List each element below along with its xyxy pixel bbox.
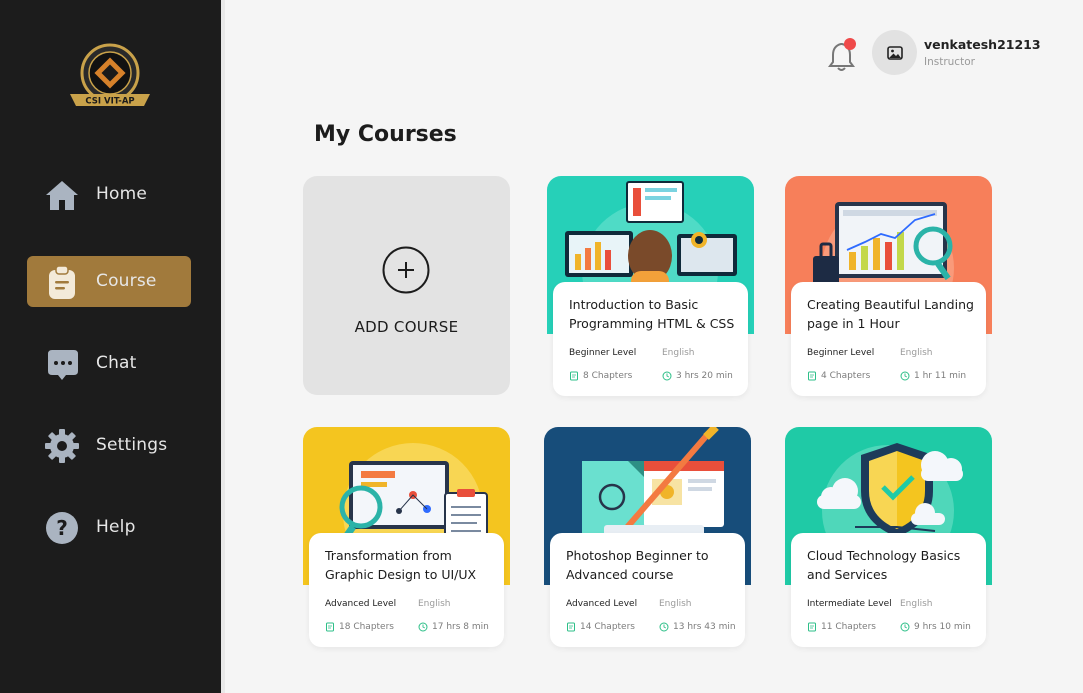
course-language: English <box>900 599 933 609</box>
user-name: venkatesh21213 <box>924 37 1041 52</box>
course-duration-text: 1 hr 11 min <box>914 371 967 381</box>
course-duration-text: 9 hrs 10 min <box>914 622 971 632</box>
course-info: Creating Beautiful Landing page in 1 Hou… <box>791 282 986 396</box>
course-duration: 17 hrs 8 min <box>418 622 489 632</box>
document-icon <box>570 371 578 381</box>
notification-dot <box>844 38 856 50</box>
course-duration-text: 3 hrs 20 min <box>676 371 733 381</box>
nav-course[interactable]: Course <box>27 256 191 307</box>
course-title: Transformation from Graphic Design to UI… <box>325 548 477 582</box>
course-chapters-text: 11 Chapters <box>821 622 876 632</box>
course-chapters: 4 Chapters <box>807 371 870 381</box>
document-icon <box>808 622 816 632</box>
course-info: Transformation from Graphic Design to UI… <box>309 533 504 647</box>
sidebar-divider <box>221 0 225 693</box>
course-chapters-text: 14 Chapters <box>580 622 635 632</box>
nav-home[interactable]: Home <box>27 169 191 220</box>
nav-help[interactable]: ? Help <box>27 502 191 553</box>
clock-icon <box>659 622 669 632</box>
nav-settings-label: Settings <box>96 435 168 455</box>
course-duration: 3 hrs 20 min <box>662 371 733 381</box>
course-title: Photoshop Beginner to Advanced course <box>566 548 709 582</box>
course-duration: 1 hr 11 min <box>900 371 966 381</box>
plus-circle-icon <box>382 246 430 294</box>
course-chapters-text: 4 Chapters <box>821 371 871 381</box>
course-info: Photoshop Beginner to Advanced course Ad… <box>550 533 745 647</box>
course-language: English <box>662 348 695 358</box>
course-card[interactable]: Cloud Technology Basics and Services Int… <box>785 427 992 647</box>
page-title: My Courses <box>314 122 457 147</box>
course-level: Beginner Level <box>569 348 637 358</box>
nav-settings[interactable]: Settings <box>27 420 191 471</box>
document-icon <box>808 371 816 381</box>
home-icon <box>46 181 78 210</box>
course-duration-text: 13 hrs 43 min <box>673 622 736 632</box>
svg-text:?: ? <box>56 516 68 540</box>
course-duration: 9 hrs 10 min <box>900 622 971 632</box>
course-card[interactable]: Introduction to Basic Programming HTML &… <box>547 176 754 396</box>
course-chapters: 18 Chapters <box>325 622 394 632</box>
course-title: Introduction to Basic Programming HTML &… <box>569 297 735 331</box>
sidebar: CSI VIT-AP Home Course Chat Settings ? H… <box>0 0 221 693</box>
user-role: Instructor <box>924 56 975 68</box>
bell-icon <box>828 38 856 71</box>
nav-help-label: Help <box>96 517 136 537</box>
notification-button[interactable] <box>828 38 858 72</box>
course-card[interactable]: Photoshop Beginner to Advanced course Ad… <box>544 427 751 647</box>
course-level: Intermediate Level <box>807 599 892 609</box>
help-icon: ? <box>46 512 78 544</box>
course-title: Cloud Technology Basics and Services <box>807 548 961 582</box>
course-level: Advanced Level <box>325 599 397 609</box>
image-icon <box>886 45 903 60</box>
course-chapters-text: 8 Chapters <box>583 371 633 381</box>
course-chapters: 14 Chapters <box>566 622 635 632</box>
course-level: Beginner Level <box>807 348 875 358</box>
clock-icon <box>900 622 910 632</box>
course-duration: 13 hrs 43 min <box>659 622 736 632</box>
chat-icon <box>48 350 78 380</box>
course-card[interactable]: Transformation from Graphic Design to UI… <box>303 427 510 647</box>
add-course-label: ADD COURSE <box>354 318 459 336</box>
nav-home-label: Home <box>96 184 148 204</box>
course-info: Introduction to Basic Programming HTML &… <box>553 282 748 396</box>
logo-text: CSI VIT-AP <box>85 97 134 107</box>
nav-chat[interactable]: Chat <box>27 338 191 389</box>
course-chapters: 11 Chapters <box>807 622 876 632</box>
course-chapters-text: 18 Chapters <box>339 622 394 632</box>
add-course-card[interactable]: ADD COURSE <box>303 176 510 395</box>
nav-chat-label: Chat <box>96 353 137 373</box>
course-duration-text: 17 hrs 8 min <box>432 622 489 632</box>
clock-icon <box>662 371 672 381</box>
course-card[interactable]: Creating Beautiful Landing page in 1 Hou… <box>785 176 992 396</box>
document-icon <box>326 622 334 632</box>
clock-icon <box>900 371 910 381</box>
course-language: English <box>900 348 933 358</box>
clipboard-icon <box>49 265 75 299</box>
course-level: Advanced Level <box>566 599 638 609</box>
course-language: English <box>418 599 451 609</box>
course-info: Cloud Technology Basics and Services Int… <box>791 533 986 647</box>
clock-icon <box>418 622 428 632</box>
gear-icon <box>45 429 79 463</box>
course-chapters: 8 Chapters <box>569 371 632 381</box>
document-icon <box>567 622 575 632</box>
csi-logo[interactable]: CSI VIT-AP <box>66 42 154 110</box>
course-language: English <box>659 599 692 609</box>
avatar[interactable] <box>872 30 917 75</box>
nav-course-label: Course <box>96 271 157 291</box>
course-title: Creating Beautiful Landing page in 1 Hou… <box>807 297 974 331</box>
